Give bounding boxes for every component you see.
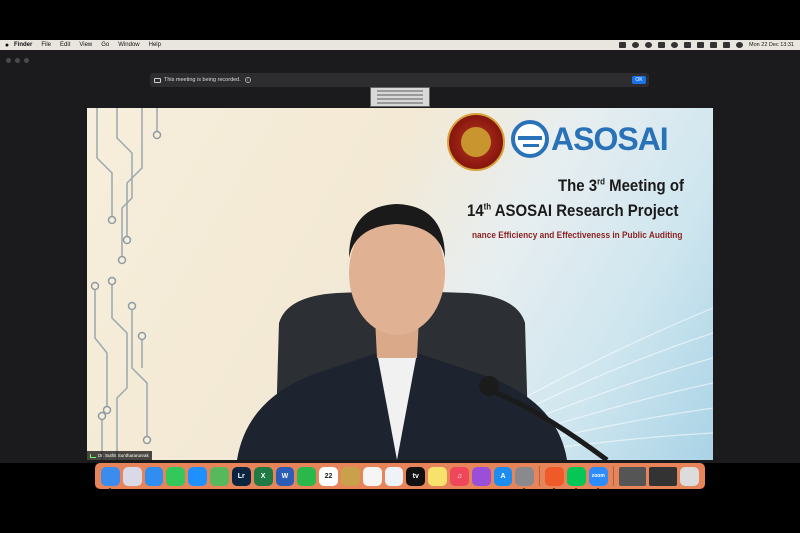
menu-view[interactable]: View	[79, 42, 92, 48]
status-icon-b[interactable]	[632, 42, 640, 48]
menu-edit[interactable]: Edit	[60, 42, 70, 48]
bluetooth-icon[interactable]	[684, 42, 692, 48]
appstore-label: A	[500, 472, 506, 480]
launchpad-icon[interactable]	[122, 466, 142, 486]
zoom-meeting-window: This meeting is being recorded. i OK ASO…	[0, 50, 800, 463]
menu-window[interactable]: Window	[118, 42, 139, 48]
mail-icon[interactable]	[144, 466, 164, 486]
headphones-icon[interactable]	[658, 42, 666, 48]
zoom-label: zoom	[591, 473, 605, 479]
excel-label: X	[260, 472, 266, 480]
zoom-status-icon[interactable]	[619, 42, 627, 48]
clock[interactable]: Mon 22 Dec 13:31	[749, 42, 794, 48]
word-label: W	[281, 472, 289, 480]
ok-button[interactable]: OK	[632, 76, 646, 84]
status-icon-c[interactable]	[645, 42, 653, 48]
music-label: ♫	[456, 472, 463, 480]
freeform-icon[interactable]	[384, 466, 404, 486]
settings-icon[interactable]	[515, 466, 535, 490]
speaker-silhouette	[237, 204, 609, 460]
appstore-icon[interactable]: A	[493, 466, 513, 486]
menu-finder[interactable]: Finder	[14, 42, 32, 48]
signal-icon	[90, 453, 96, 458]
brave-icon[interactable]	[545, 466, 565, 490]
control-center-icon[interactable]	[736, 42, 744, 48]
messages-icon[interactable]	[166, 466, 186, 486]
appletv-label: tv	[412, 472, 419, 480]
safari-icon[interactable]	[188, 466, 208, 486]
dock: Lr X W 22 tv ♫ Azoom	[95, 463, 705, 490]
participant-name: Dr. Suthit Sunthararunrak	[98, 453, 149, 458]
play-icon[interactable]	[671, 42, 679, 48]
appletv-icon[interactable]: tv	[406, 466, 426, 486]
notes-icon[interactable]	[428, 466, 447, 486]
maps-icon[interactable]	[210, 466, 229, 486]
music-icon[interactable]: ♫	[450, 466, 469, 486]
recording-icon	[154, 77, 161, 83]
zoom-window-button[interactable]	[24, 58, 29, 63]
wifi-icon[interactable]	[697, 42, 705, 48]
lightroom-icon[interactable]: Lr	[231, 466, 251, 486]
running-indicator	[596, 487, 599, 490]
recording-banner: This meeting is being recorded. i OK	[150, 73, 649, 87]
podcasts-icon[interactable]	[471, 466, 491, 486]
close-window-button[interactable]	[6, 58, 11, 63]
running-indicator	[523, 487, 526, 490]
dock-separator	[612, 466, 614, 486]
word-icon[interactable]: W	[275, 466, 295, 486]
dock-separator	[539, 466, 541, 486]
shared-screen-thumbnail[interactable]	[370, 87, 430, 107]
zoom-icon[interactable]: zoom	[588, 466, 608, 490]
menu-go[interactable]: Go	[101, 42, 109, 48]
running-indicator	[109, 487, 111, 490]
photos-icon[interactable]	[340, 466, 360, 486]
menu-bar: ● Finder File Edit View Go Window Help M…	[0, 40, 800, 50]
screen: ● Finder File Edit View Go Window Help M…	[0, 0, 800, 533]
window-thumb-icon[interactable]	[618, 466, 647, 486]
apple-icon[interactable]: ●	[0, 42, 14, 49]
reminders-icon[interactable]	[362, 466, 382, 486]
menu-help[interactable]: Help	[149, 42, 161, 48]
excel-icon[interactable]: X	[253, 466, 273, 486]
window-thumb-icon-2[interactable]	[649, 466, 678, 486]
running-indicator	[575, 487, 578, 490]
participant-name-tag: Dr. Suthit Sunthararunrak	[87, 451, 152, 460]
participant-video[interactable]: ASOSAI The 3rd Meeting of 14th ASOSAI Re…	[87, 108, 713, 460]
info-icon[interactable]: i	[244, 77, 251, 83]
status-area: Mon 22 Dec 13:31	[619, 40, 794, 50]
minimize-window-button[interactable]	[15, 58, 20, 63]
lightroom-label: Lr	[237, 472, 245, 480]
menu-file[interactable]: File	[41, 42, 51, 48]
recording-notice-text: This meeting is being recorded.	[164, 77, 241, 83]
search-icon[interactable]	[710, 42, 718, 48]
calendar-icon[interactable]: 22	[319, 466, 338, 486]
keyboard-icon[interactable]	[723, 42, 731, 48]
facetime-icon[interactable]	[297, 466, 317, 486]
trash-icon[interactable]	[680, 466, 699, 486]
running-indicator	[553, 487, 556, 490]
line-icon[interactable]	[567, 466, 586, 490]
finder-icon[interactable]	[101, 466, 120, 490]
calendar-label: 22	[324, 472, 333, 480]
